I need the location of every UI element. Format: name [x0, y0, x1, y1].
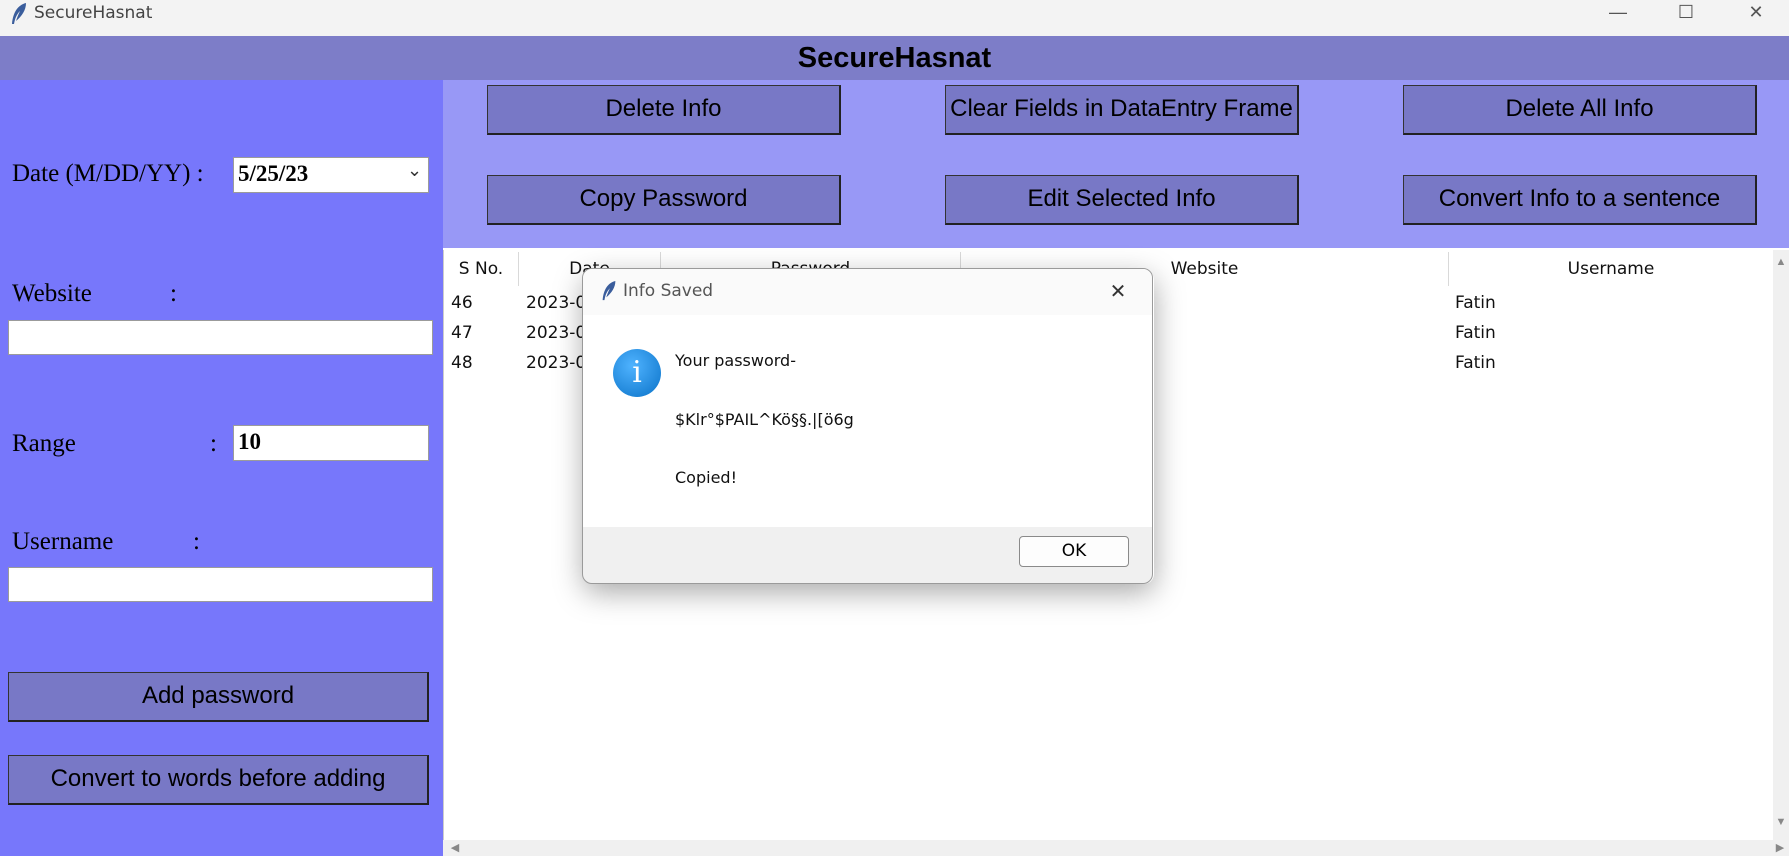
dialog-message-line1: Your password- — [675, 351, 796, 370]
dialog-password-text: $Klr°$PAIL^Kö§§.|[ö6g — [675, 410, 854, 429]
feather-icon — [8, 2, 30, 26]
website-colon: : — [170, 280, 177, 307]
website-input[interactable] — [8, 320, 433, 355]
scroll-left-arrow-icon[interactable]: ◀ — [448, 841, 462, 854]
delete-all-info-button[interactable]: Delete All Info — [1403, 85, 1757, 135]
username-value — [9, 571, 13, 596]
cell-username: Fatin — [1455, 323, 1496, 343]
app-header-title: SecureHasnat — [797, 42, 992, 74]
column-header-username[interactable]: Username — [1449, 252, 1773, 286]
scroll-up-arrow-icon[interactable]: ▲ — [1773, 256, 1789, 268]
info-icon: i — [613, 349, 661, 397]
clear-fields-button[interactable]: Clear Fields in DataEntry Frame — [945, 85, 1299, 135]
date-value: 5/25/23 — [238, 161, 309, 186]
cell-sno: 47 — [451, 323, 473, 343]
range-input[interactable]: 10 — [233, 425, 429, 461]
scroll-right-arrow-icon[interactable]: ▶ — [1773, 841, 1787, 854]
add-password-button[interactable]: Add password — [8, 672, 429, 722]
cell-username: Fatin — [1455, 353, 1496, 373]
feather-icon — [599, 279, 619, 303]
range-value: 10 — [238, 429, 261, 454]
window-titlebar — [0, 0, 1789, 36]
convert-to-words-button[interactable]: Convert to words before adding — [8, 755, 429, 805]
copy-password-button[interactable]: Copy Password — [487, 175, 841, 225]
scroll-down-arrow-icon[interactable]: ▼ — [1773, 816, 1789, 828]
dialog-title: Info Saved — [623, 281, 714, 301]
minimize-button[interactable]: — — [1588, 0, 1648, 26]
cell-sno: 48 — [451, 353, 473, 373]
website-value — [9, 324, 13, 349]
window-title: SecureHasnat — [34, 3, 153, 23]
vertical-scrollbar[interactable] — [1773, 250, 1789, 840]
column-header-sno[interactable]: S No. — [444, 252, 519, 286]
info-saved-dialog: Info Saved ✕ i Your password- $Klr°$PAIL… — [582, 268, 1153, 584]
horizontal-scrollbar[interactable] — [443, 840, 1789, 856]
window-close-button[interactable]: ✕ — [1726, 0, 1786, 26]
username-label: Username — [12, 528, 114, 555]
ok-button[interactable]: OK — [1019, 536, 1129, 567]
range-colon: : — [210, 430, 217, 457]
convert-info-sentence-button[interactable]: Convert Info to a sentence — [1403, 175, 1757, 225]
dialog-close-icon[interactable]: ✕ — [1103, 277, 1133, 307]
maximize-button[interactable]: ☐ — [1656, 0, 1716, 26]
dialog-message-line3: Copied! — [675, 468, 737, 487]
edit-selected-info-button[interactable]: Edit Selected Info — [945, 175, 1299, 225]
cell-username: Fatin — [1455, 293, 1496, 313]
dialog-body — [583, 315, 1152, 527]
cell-sno: 46 — [451, 293, 473, 313]
delete-info-button[interactable]: Delete Info — [487, 85, 841, 135]
range-label: Range — [12, 430, 76, 457]
username-input[interactable] — [8, 567, 433, 602]
website-label: Website — [12, 280, 92, 307]
username-colon: : — [193, 528, 200, 555]
data-entry-panel — [0, 80, 443, 856]
chevron-down-icon[interactable]: ⌄ — [407, 160, 422, 181]
date-combobox[interactable]: 5/25/23 ⌄ — [233, 157, 429, 193]
date-label: Date (M/DD/YY) : — [12, 160, 204, 187]
